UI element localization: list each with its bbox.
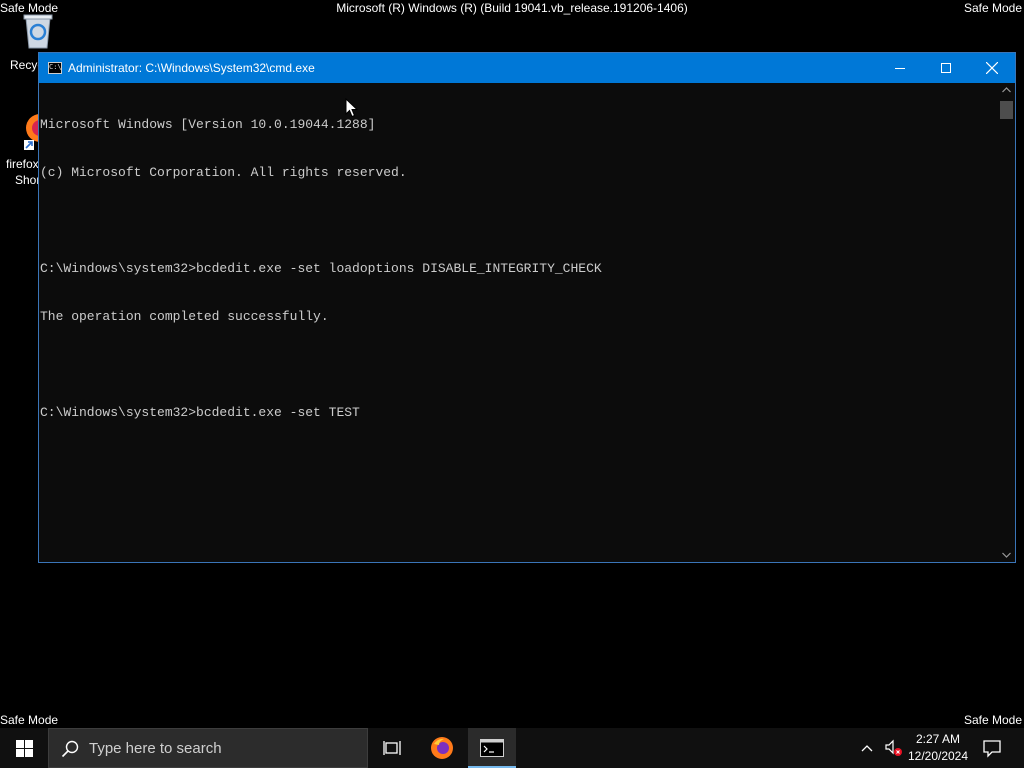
- scroll-down-arrow-icon[interactable]: [1002, 552, 1011, 558]
- maximize-icon: [941, 63, 951, 73]
- taskbar-cmd-button[interactable]: [468, 728, 516, 768]
- console-line: The operation completed successfully.: [40, 309, 329, 324]
- console-line: (c) Microsoft Corporation. All rights re…: [40, 165, 407, 180]
- console-input-line[interactable]: C:\Windows\system32>bcdedit.exe -set TES…: [40, 405, 998, 421]
- vertical-scrollbar[interactable]: [998, 83, 1015, 562]
- windows-build-banner: Microsoft (R) Windows (R) (Build 19041.v…: [336, 1, 688, 15]
- console-output[interactable]: Microsoft Windows [Version 10.0.19044.12…: [39, 83, 998, 562]
- task-view-button[interactable]: [368, 728, 416, 768]
- task-view-icon: [383, 741, 401, 755]
- recycle-bin-icon: [21, 10, 55, 50]
- clock-date: 12/20/2024: [907, 749, 969, 763]
- scrollbar-thumb[interactable]: [1000, 101, 1013, 119]
- firefox-shortcut-label-line1: firefox: [6, 157, 39, 171]
- close-icon: [986, 62, 998, 74]
- command-prompt-icon: [480, 739, 504, 757]
- search-placeholder: Type here to search: [89, 740, 222, 757]
- clock-time: 2:27 AM: [915, 732, 961, 746]
- safe-mode-label-bottom-right: Safe Mode: [963, 713, 1022, 727]
- firefox-shortcut-label-line2: Shor: [15, 173, 41, 187]
- window-title: Administrator: C:\Windows\System32\cmd.e…: [68, 61, 315, 75]
- taskbar-search-box[interactable]: Type here to search: [48, 728, 368, 768]
- start-button[interactable]: [0, 728, 48, 768]
- system-clock[interactable]: 2:27 AM 12/20/2024: [900, 731, 976, 765]
- taskbar: Type here to search 2:27 AM 12/20/2024: [0, 728, 1024, 768]
- show-hidden-icons-chevron-up-icon[interactable]: [860, 738, 874, 758]
- close-button[interactable]: [969, 53, 1015, 83]
- mouse-pointer-icon: [345, 98, 358, 118]
- minimize-icon: [895, 68, 905, 69]
- taskbar-firefox-button[interactable]: [418, 728, 466, 768]
- minimize-button[interactable]: [877, 53, 923, 83]
- maximize-button[interactable]: [923, 53, 969, 83]
- cmd-app-icon: C:\: [48, 62, 62, 74]
- safe-mode-label-bottom-left: Safe Mode: [0, 713, 59, 727]
- desktop-icon-recycle-bin[interactable]: Recyc: [10, 10, 66, 72]
- windows-logo-icon: [15, 739, 33, 757]
- console-line: Microsoft Windows [Version 10.0.19044.12…: [40, 117, 376, 132]
- firefox-icon: [431, 737, 453, 759]
- notification-center-icon[interactable]: [980, 736, 1004, 760]
- scroll-up-arrow-icon[interactable]: [1002, 87, 1011, 93]
- console-line: C:\Windows\system32>bcdedit.exe -set loa…: [40, 261, 602, 276]
- cmd-window[interactable]: C:\ Administrator: C:\Windows\System32\c…: [38, 52, 1016, 563]
- search-icon: [61, 740, 79, 758]
- window-titlebar[interactable]: C:\ Administrator: C:\Windows\System32\c…: [39, 53, 1015, 83]
